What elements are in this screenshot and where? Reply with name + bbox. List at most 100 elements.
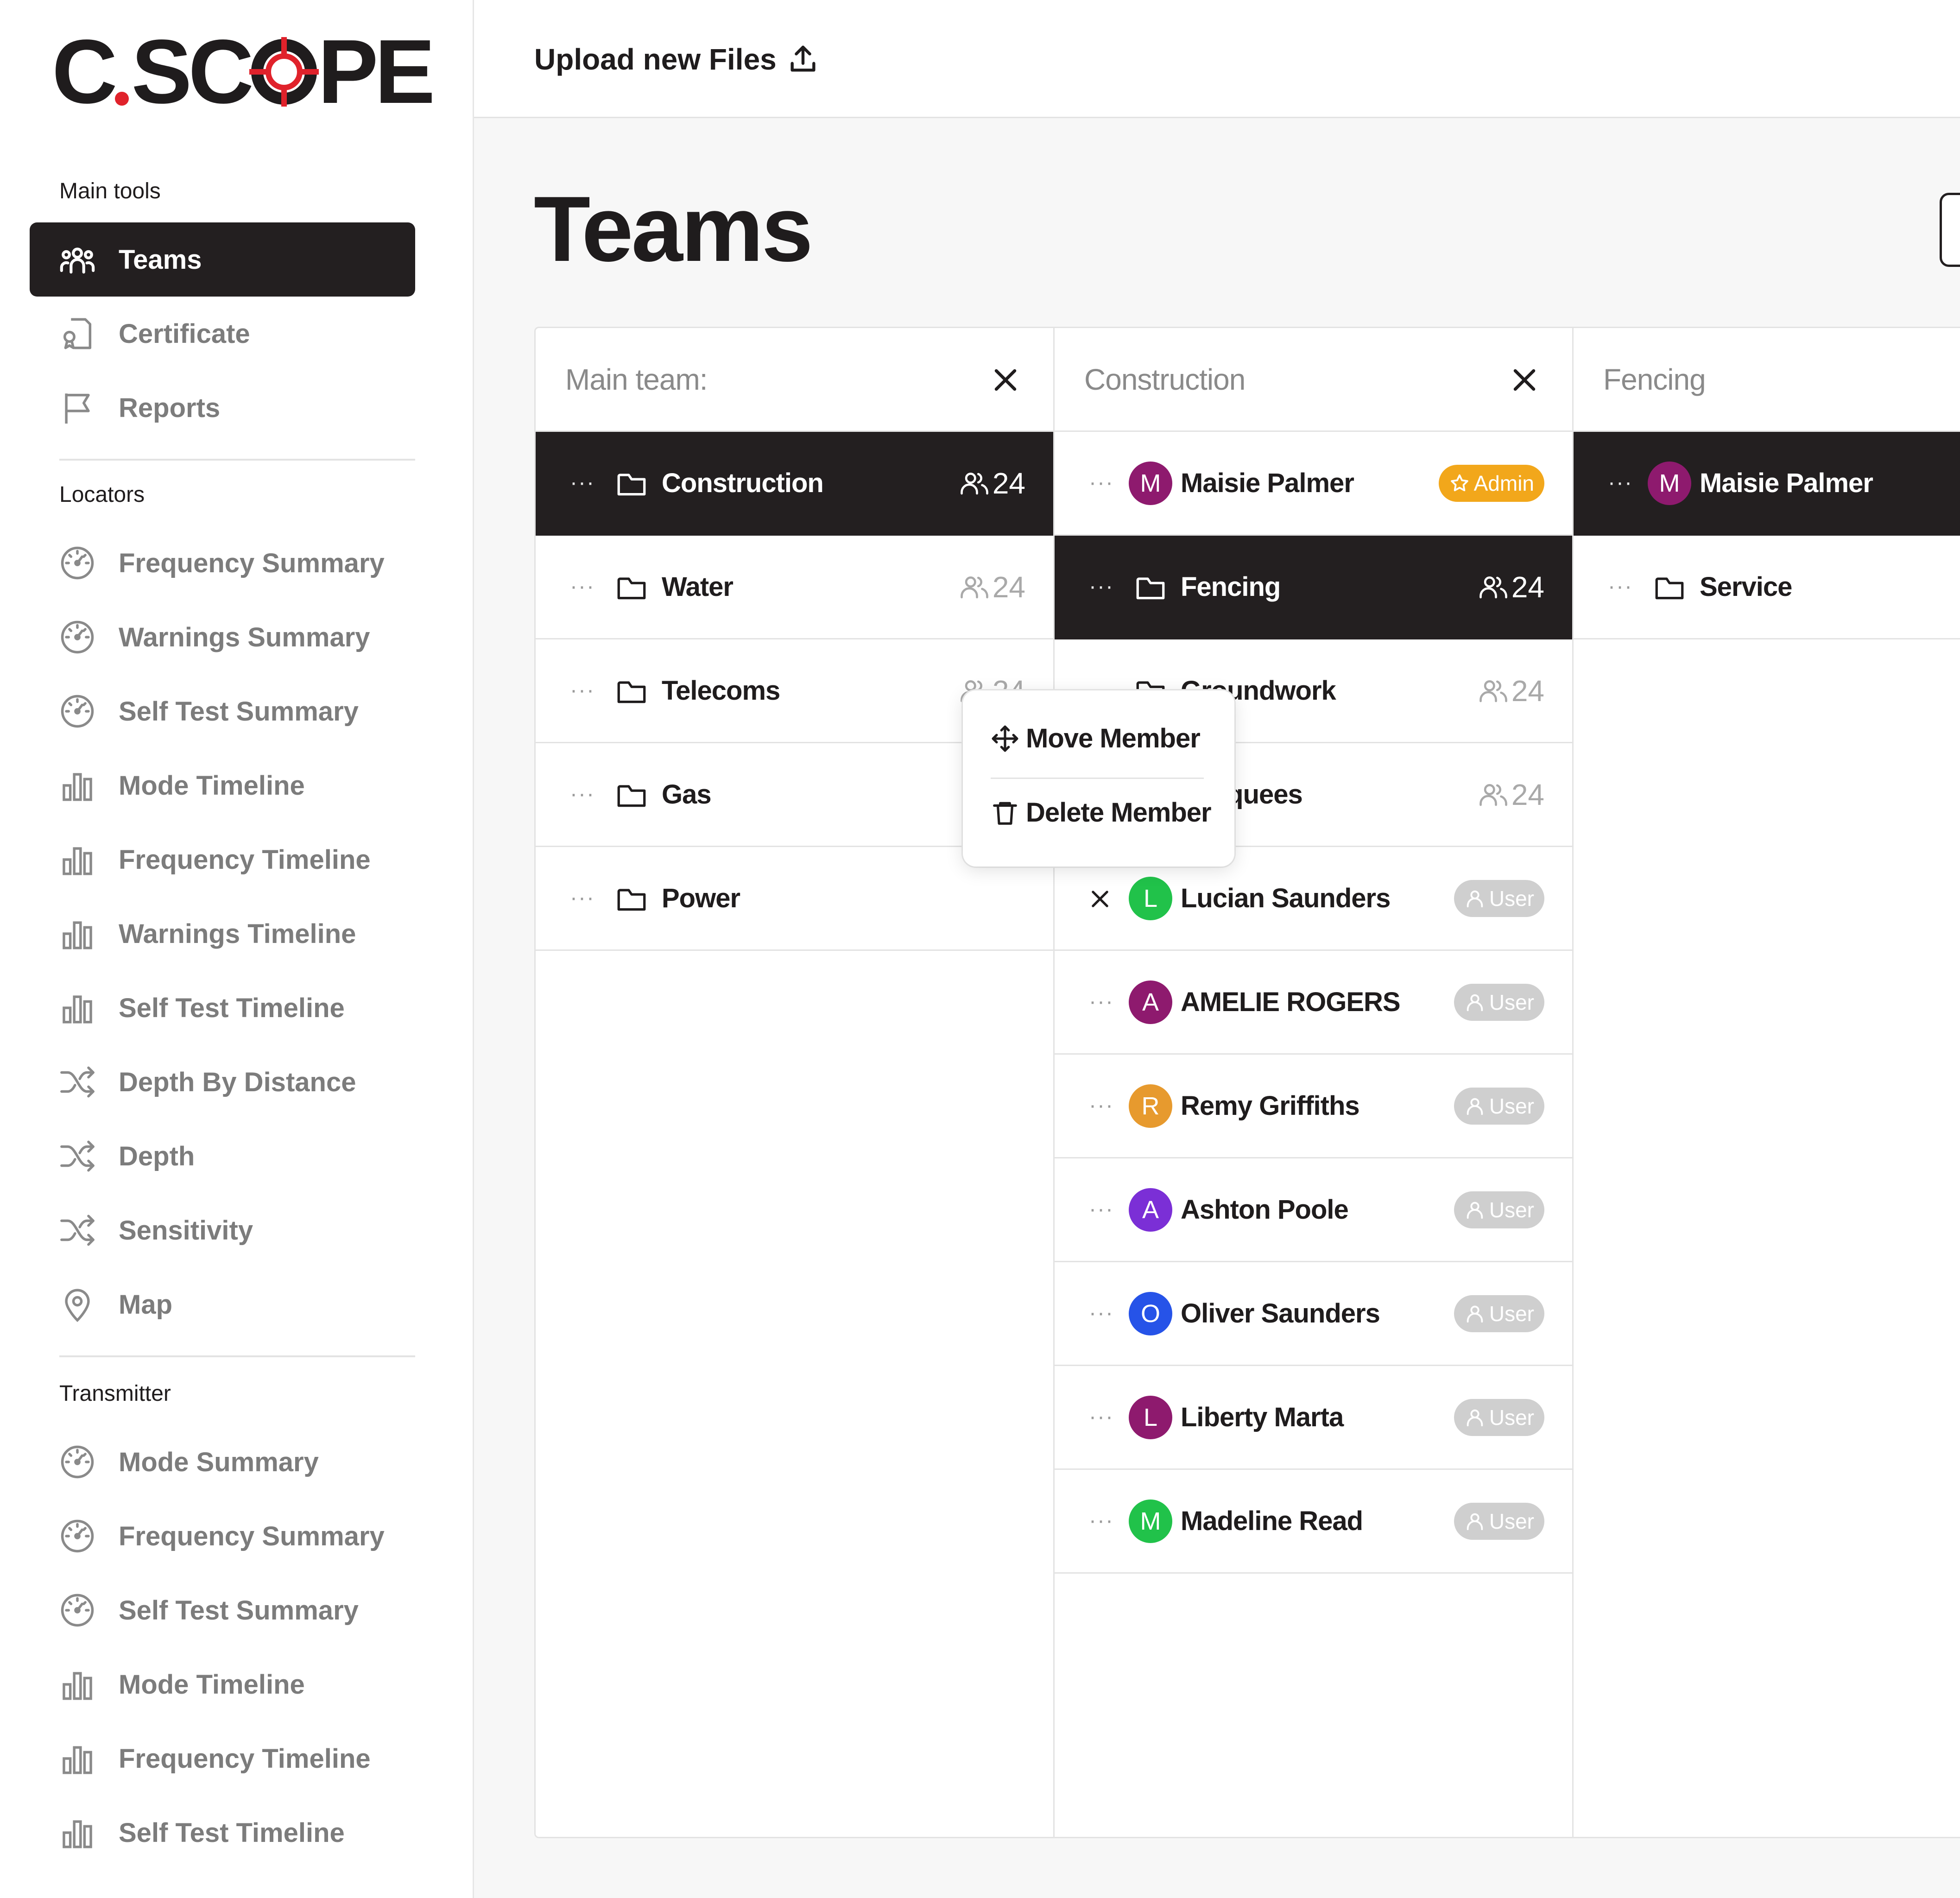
- team-folder-row[interactable]: ··· Construction 24: [536, 432, 1053, 536]
- member-name: Lucian Saunders: [1181, 883, 1391, 913]
- sidebar-item-label: Depth By Distance: [119, 1067, 356, 1097]
- sidebar-item-self-test-summary[interactable]: Self Test Summary: [30, 674, 415, 748]
- gauge-icon: [58, 1443, 96, 1481]
- sidebar-item-certificate[interactable]: Certificate: [30, 297, 415, 371]
- sidebar-item-label: Frequency Timeline: [119, 844, 371, 875]
- sidebar-item-teams[interactable]: Teams: [30, 222, 415, 297]
- team-folder-row[interactable]: ··· Service: [1574, 536, 1960, 639]
- team-folder-row[interactable]: ··· Water 24: [536, 536, 1053, 639]
- upload-files-button[interactable]: Upload new Files: [534, 41, 819, 78]
- column-title: Construction: [1084, 362, 1246, 396]
- member-row[interactable]: ··· M Madeline Read User: [1055, 1470, 1572, 1574]
- more-options-icon[interactable]: ···: [1608, 576, 1633, 598]
- member-name: Maisie Palmer: [1700, 468, 1873, 498]
- sidebar-item-warnings-timeline[interactable]: Warnings Timeline: [30, 897, 415, 971]
- more-options-icon[interactable]: ···: [1089, 1095, 1114, 1117]
- sidebar-item-depth[interactable]: Depth: [30, 1119, 415, 1193]
- more-options-icon[interactable]: ···: [570, 887, 595, 909]
- team-name: Water: [662, 572, 733, 602]
- role-badge: User: [1454, 879, 1544, 917]
- bar-chart-icon: [58, 915, 96, 953]
- user-icon: [1467, 1098, 1483, 1115]
- folder-icon: [614, 778, 649, 813]
- member-row[interactable]: ··· A AMELIE ROGERS User: [1055, 951, 1572, 1055]
- role-badge: User: [1454, 1398, 1544, 1436]
- sidebar-item-frequency-summary[interactable]: Frequency Summary: [30, 1499, 415, 1573]
- sidebar-item-label: Self Test Summary: [119, 696, 359, 727]
- member-name: Maisie Palmer: [1181, 468, 1354, 498]
- member-count-value: 24: [1511, 674, 1544, 708]
- sidebar-item-frequency-timeline[interactable]: Frequency Timeline: [30, 822, 415, 897]
- more-options-icon[interactable]: ···: [1089, 1302, 1114, 1324]
- delete-member-menu-item[interactable]: Delete Member: [991, 797, 1212, 828]
- member-row[interactable]: ··· L Liberty Marta User: [1055, 1366, 1572, 1470]
- more-options-icon[interactable]: ···: [1089, 1510, 1114, 1532]
- sidebar-item-self-test-timeline[interactable]: Self Test Timeline: [30, 971, 415, 1045]
- sidebar-item-label: Mode Timeline: [119, 1669, 305, 1700]
- sidebar-item-depth-by-distance[interactable]: Depth By Distance: [30, 1045, 415, 1119]
- role-badge: User: [1454, 1087, 1544, 1125]
- sidebar-item-label: Warnings Timeline: [119, 918, 356, 949]
- sidebar-item-frequency-summary[interactable]: Frequency Summary: [30, 526, 415, 600]
- sidebar-item-sensitivity[interactable]: Sensitivity: [30, 1193, 415, 1267]
- member-row[interactable]: ··· A Ashton Poole User: [1055, 1158, 1572, 1262]
- column-header: Main team:: [536, 328, 1053, 432]
- move-member-menu-item[interactable]: Move Member: [991, 723, 1201, 754]
- star-icon: [1450, 474, 1468, 491]
- more-options-icon[interactable]: ···: [1089, 472, 1114, 494]
- member-name: AMELIE ROGERS: [1181, 987, 1401, 1017]
- avatar: L: [1129, 876, 1172, 920]
- more-options-icon[interactable]: ···: [570, 679, 595, 702]
- avatar: O: [1129, 1291, 1172, 1335]
- sidebar-item-mode-timeline[interactable]: Mode Timeline: [30, 1647, 415, 1721]
- remove-member-icon[interactable]: [1088, 887, 1112, 911]
- sidebar-item-mode-summary[interactable]: Mode Summary: [30, 1425, 415, 1499]
- sidebar-item-warnings-summary[interactable]: Warnings Summary: [30, 600, 415, 674]
- sidebar-item-map[interactable]: Map: [30, 1267, 415, 1341]
- more-options-icon[interactable]: ···: [1089, 1406, 1114, 1428]
- more-options-icon[interactable]: ···: [1089, 1198, 1114, 1221]
- column-title: Main team:: [565, 362, 708, 396]
- team-column-construction: Construction ··· M Maisie Palmer Admin ··· Fen…: [1055, 328, 1574, 1837]
- team-name: Construction: [662, 468, 824, 498]
- close-icon[interactable]: [990, 364, 1021, 396]
- cscope-logo[interactable]: C SC PE: [52, 26, 435, 117]
- member-count-value: 24: [1511, 778, 1544, 811]
- header-action-button[interactable]: [1940, 193, 1960, 267]
- member-row[interactable]: ··· M Maisie Palmer: [1574, 432, 1960, 536]
- gauge-icon: [58, 1517, 96, 1555]
- top-bar: Upload new Files: [474, 0, 1960, 118]
- gauge-icon: [58, 692, 96, 730]
- more-options-icon[interactable]: ···: [570, 576, 595, 598]
- sidebar-item-frequency-timeline[interactable]: Frequency Timeline: [30, 1721, 415, 1796]
- people-icon: [1479, 576, 1507, 598]
- more-options-icon[interactable]: ···: [1089, 991, 1114, 1013]
- member-count: 24: [1478, 778, 1544, 812]
- user-icon: [1467, 1513, 1483, 1530]
- certificate-icon: [58, 315, 96, 353]
- more-options-icon[interactable]: ···: [1089, 576, 1114, 598]
- sidebar-item-label: Mode Timeline: [119, 770, 305, 801]
- member-row[interactable]: ··· O Oliver Saunders User: [1055, 1262, 1572, 1366]
- sidebar-item-mode-timeline[interactable]: Mode Timeline: [30, 748, 415, 822]
- member-row[interactable]: ··· M Maisie Palmer Admin: [1055, 432, 1572, 536]
- bar-chart-icon: [58, 989, 96, 1027]
- map-pin-icon: [58, 1285, 96, 1323]
- more-options-icon[interactable]: ···: [570, 783, 595, 805]
- more-options-icon[interactable]: ···: [1608, 472, 1633, 494]
- team-name: Service: [1700, 572, 1792, 602]
- member-name: Oliver Saunders: [1181, 1298, 1380, 1329]
- sidebar-item-self-test-timeline[interactable]: Self Test Timeline: [30, 1796, 415, 1870]
- column-title: Fencing: [1603, 362, 1706, 396]
- more-options-icon[interactable]: ···: [570, 472, 595, 494]
- role-badge: User: [1454, 1295, 1544, 1332]
- sidebar-item-self-test-summary[interactable]: Self Test Summary: [30, 1573, 415, 1647]
- role-label: User: [1489, 1405, 1534, 1430]
- member-name: Ashton Poole: [1181, 1195, 1349, 1225]
- member-row[interactable]: ··· R Remy Griffiths User: [1055, 1055, 1572, 1158]
- sidebar-item-reports[interactable]: Reports: [30, 371, 415, 445]
- team-folder-row[interactable]: ··· Fencing 24: [1055, 536, 1572, 639]
- bar-chart-icon: [58, 1665, 96, 1703]
- close-icon[interactable]: [1509, 364, 1540, 396]
- teams-board: Main team: ··· Construction 24 ··· Water 24 ···…: [534, 327, 1960, 1838]
